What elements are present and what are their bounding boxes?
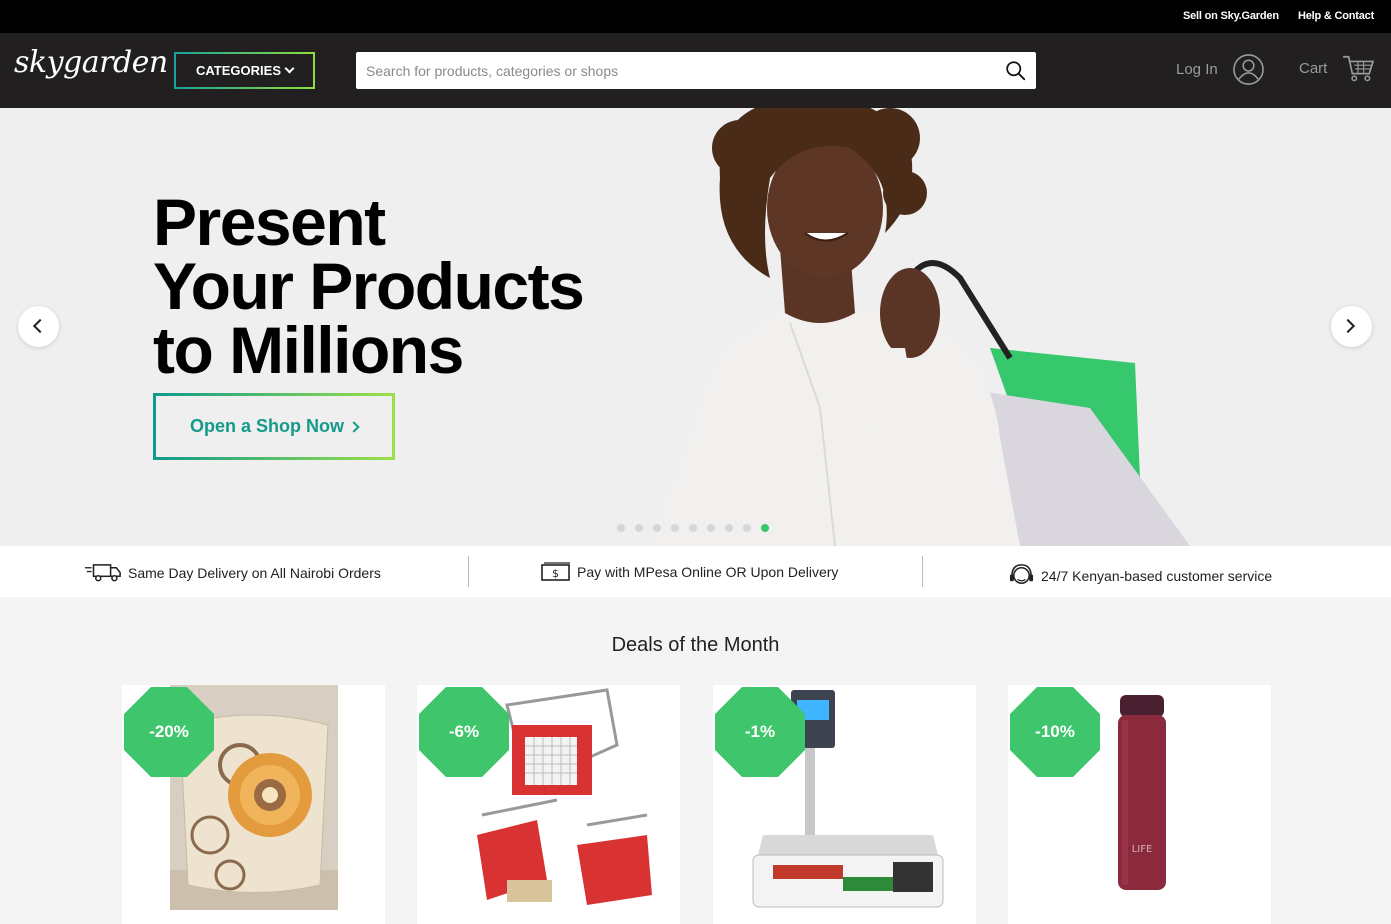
slider-dot[interactable] <box>725 524 733 532</box>
slider-dot[interactable] <box>689 524 697 532</box>
sell-link[interactable]: Sell on Sky.Garden <box>1183 10 1279 22</box>
features-bar: Same Day Delivery on All Nairobi Orders … <box>0 546 1391 597</box>
delivery-truck-icon <box>84 564 121 582</box>
search-input[interactable] <box>356 52 996 89</box>
customer-service-icon <box>1009 564 1034 584</box>
product-image-thermos-bottle: LIFE <box>1118 695 1166 890</box>
deal-card[interactable]: -6% <box>417 685 680 924</box>
deal-card[interactable]: LIFE -10% <box>1008 685 1271 924</box>
feature-text: Same Day Delivery on All Nairobi Orders <box>128 564 381 581</box>
slider-dot[interactable] <box>743 524 751 532</box>
chevron-right-icon <box>348 420 360 433</box>
slider-dots <box>617 524 769 532</box>
hero-title-line: Present <box>153 185 386 259</box>
shopping-cart-icon <box>1343 55 1375 82</box>
slider-dot[interactable] <box>761 524 769 532</box>
hero-title-line: Your Products <box>153 249 585 323</box>
discount-badge: -10% <box>1010 687 1100 777</box>
categories-button[interactable]: CATEGORIES <box>174 52 315 89</box>
open-shop-button[interactable]: Open a Shop Now <box>153 393 395 460</box>
slider-next-button[interactable] <box>1331 306 1372 347</box>
slider-dot[interactable] <box>653 524 661 532</box>
search-bar <box>356 52 1036 89</box>
slider-dot[interactable] <box>671 524 679 532</box>
hero-model-image <box>650 108 1190 546</box>
open-shop-label: Open a Shop Now <box>189 416 344 436</box>
discount-badge: -1% <box>715 687 805 777</box>
slider-dot[interactable] <box>617 524 625 532</box>
feature-support: 24/7 Kenyan-based customer service <box>1008 562 1272 589</box>
discount-badge: -20% <box>124 687 214 777</box>
feature-text: Pay with MPesa Online OR Upon Delivery <box>577 564 839 580</box>
divider <box>922 556 923 587</box>
cart-label: Cart <box>1299 59 1328 77</box>
money-icon: $ <box>541 562 570 581</box>
deal-card[interactable]: -1% <box>713 685 976 924</box>
hero-title: Present Your Products to Millions <box>153 185 585 387</box>
svg-text:$: $ <box>552 567 559 580</box>
help-contact-link[interactable]: Help & Contact <box>1298 10 1374 22</box>
site-logo[interactable]: skygarden <box>14 45 168 80</box>
feature-payment: $ Pay with MPesa Online OR Upon Delivery <box>541 562 838 582</box>
search-icon[interactable] <box>1005 60 1026 81</box>
main-header: skygarden CATEGORIES Log In Cart <box>0 33 1391 108</box>
bottle-label: LIFE <box>1132 844 1153 855</box>
user-icon <box>1232 54 1264 85</box>
hero-banner: Present Your Products to Millions Open a… <box>0 108 1391 546</box>
cart-button[interactable]: Cart <box>1299 53 1375 83</box>
slider-dot[interactable] <box>707 524 715 532</box>
login-button[interactable]: Log In <box>1176 53 1265 86</box>
feature-delivery: Same Day Delivery on All Nairobi Orders <box>84 562 381 583</box>
deals-title: Deals of the Month <box>611 634 780 656</box>
deal-card[interactable]: -20% <box>122 685 385 924</box>
top-bar: Sell on Sky.Garden Help & Contact <box>0 0 1391 33</box>
categories-label: CATEGORIES <box>196 63 281 78</box>
slider-dot[interactable] <box>635 524 643 532</box>
chevron-right-icon <box>1340 318 1356 334</box>
login-label: Log In <box>1176 61 1218 78</box>
discount-badge: -6% <box>419 687 509 777</box>
hero-title-line: to Millions <box>153 313 464 387</box>
divider <box>468 556 469 587</box>
chevron-left-icon <box>32 318 48 334</box>
slider-prev-button[interactable] <box>18 306 59 347</box>
chevron-down-icon <box>284 63 295 74</box>
feature-text: 24/7 Kenyan-based customer service <box>1041 567 1273 584</box>
